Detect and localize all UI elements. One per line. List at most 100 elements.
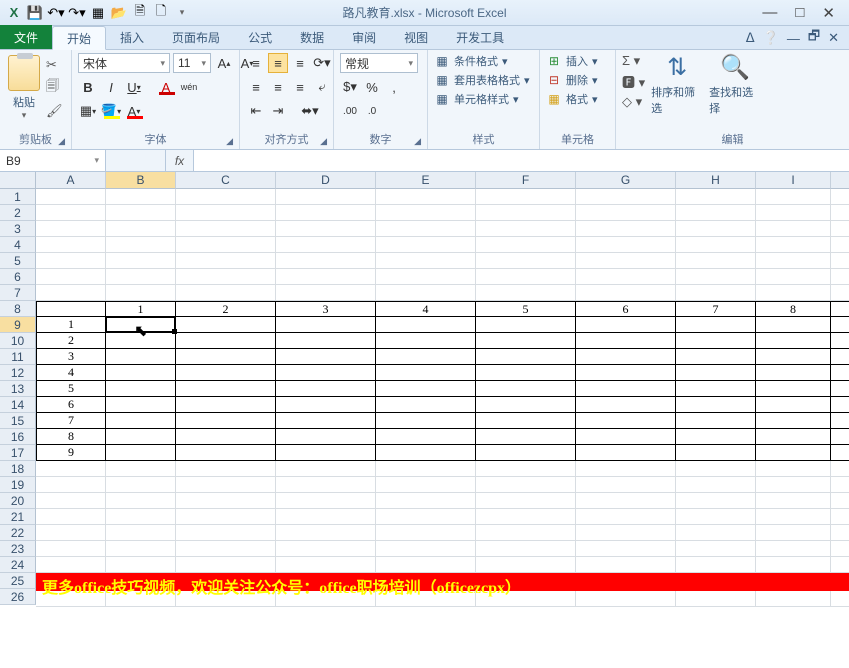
tab-home[interactable]: 开始 (52, 26, 106, 50)
cell[interactable] (756, 317, 831, 333)
row-header-20[interactable]: 20 (0, 493, 36, 509)
cell[interactable] (106, 445, 176, 461)
cell[interactable] (176, 461, 276, 477)
cell[interactable] (276, 509, 376, 525)
cell[interactable] (36, 269, 106, 285)
cell[interactable] (176, 221, 276, 237)
cell[interactable] (376, 365, 476, 381)
cell[interactable] (476, 333, 576, 349)
col-header-H[interactable]: H (676, 172, 756, 189)
cell[interactable] (176, 189, 276, 205)
cell[interactable] (276, 285, 376, 301)
cell[interactable] (376, 285, 476, 301)
cell[interactable] (476, 509, 576, 525)
cell[interactable] (831, 221, 849, 237)
merge-icon[interactable]: ⬌▾ (290, 101, 330, 121)
cell[interactable] (676, 397, 756, 413)
row-header-5[interactable]: 5 (0, 253, 36, 269)
formula-input[interactable] (194, 150, 849, 171)
cell[interactable] (831, 237, 849, 253)
cell[interactable] (376, 477, 476, 493)
cell[interactable] (756, 509, 831, 525)
cell[interactable] (476, 541, 576, 557)
cell[interactable] (476, 205, 576, 221)
left-align-icon[interactable]: ≡ (246, 77, 266, 97)
cell[interactable] (756, 461, 831, 477)
phonetic-button[interactable]: wén (179, 77, 199, 97)
cell[interactable] (576, 461, 676, 477)
cell[interactable] (476, 285, 576, 301)
percent-icon[interactable]: % (362, 77, 382, 97)
col-header-E[interactable]: E (376, 172, 476, 189)
tab-view[interactable]: 视图 (390, 25, 442, 49)
cell[interactable] (276, 189, 376, 205)
cell[interactable] (476, 525, 576, 541)
cell[interactable] (176, 591, 276, 607)
qat-open-icon[interactable]: 📂 (110, 4, 128, 22)
cell[interactable] (376, 253, 476, 269)
row-header-18[interactable]: 18 (0, 461, 36, 477)
cell[interactable] (576, 413, 676, 429)
cell[interactable] (476, 445, 576, 461)
tab-review[interactable]: 审阅 (338, 25, 390, 49)
bottom-align-icon[interactable]: ≡ (290, 53, 310, 73)
cell[interactable]: 9 (831, 301, 849, 317)
cell[interactable] (36, 557, 106, 573)
cell[interactable] (106, 557, 176, 573)
cell[interactable] (376, 349, 476, 365)
cell[interactable] (576, 429, 676, 445)
cell[interactable] (676, 509, 756, 525)
cell[interactable] (756, 333, 831, 349)
cell[interactable]: 4 (36, 365, 106, 381)
tab-data[interactable]: 数据 (286, 25, 338, 49)
cell[interactable] (676, 365, 756, 381)
cell[interactable] (476, 461, 576, 477)
cell[interactable] (106, 317, 176, 333)
col-header-C[interactable]: C (176, 172, 276, 189)
cell[interactable] (276, 349, 376, 365)
cell[interactable]: 7 (676, 301, 756, 317)
cell[interactable] (106, 269, 176, 285)
help-icon[interactable]: ❔ (763, 30, 779, 46)
cell[interactable] (756, 205, 831, 221)
cell[interactable] (676, 269, 756, 285)
cell[interactable] (831, 349, 849, 365)
cell[interactable] (756, 253, 831, 269)
cell[interactable] (276, 269, 376, 285)
cell[interactable] (831, 397, 849, 413)
cell[interactable] (106, 509, 176, 525)
col-header-B[interactable]: B (106, 172, 176, 189)
cell[interactable]: 5 (476, 301, 576, 317)
row-header-2[interactable]: 2 (0, 205, 36, 221)
row-header-4[interactable]: 4 (0, 237, 36, 253)
cell[interactable]: 5 (36, 381, 106, 397)
row-header-17[interactable]: 17 (0, 445, 36, 461)
cell[interactable] (756, 237, 831, 253)
grow-font-icon[interactable]: A▴ (214, 53, 234, 73)
qat-print-icon[interactable]: 🗎 (131, 4, 149, 22)
cell[interactable] (176, 365, 276, 381)
cell[interactable] (176, 381, 276, 397)
cell[interactable]: 1 (106, 301, 176, 317)
cell[interactable] (756, 221, 831, 237)
cell[interactable] (176, 349, 276, 365)
cell[interactable] (756, 397, 831, 413)
cell[interactable]: 3 (276, 301, 376, 317)
doc-min-icon[interactable]: — (787, 31, 800, 46)
italic-button[interactable]: I (101, 77, 121, 97)
tab-insert[interactable]: 插入 (106, 25, 158, 49)
cell[interactable] (106, 381, 176, 397)
cell[interactable] (106, 429, 176, 445)
tab-file[interactable]: 文件 (0, 25, 52, 49)
cell[interactable] (376, 445, 476, 461)
cond-format-button[interactable]: ▦条件格式▾ (434, 53, 530, 69)
cell[interactable] (106, 365, 176, 381)
cell[interactable] (276, 253, 376, 269)
row-header-16[interactable]: 16 (0, 429, 36, 445)
row-header-22[interactable]: 22 (0, 525, 36, 541)
middle-align-icon[interactable]: ≡ (268, 53, 288, 73)
cell[interactable] (106, 541, 176, 557)
cell[interactable] (756, 381, 831, 397)
paste-button[interactable]: 粘贴 ▾ (6, 53, 42, 121)
row-header-23[interactable]: 23 (0, 541, 36, 557)
